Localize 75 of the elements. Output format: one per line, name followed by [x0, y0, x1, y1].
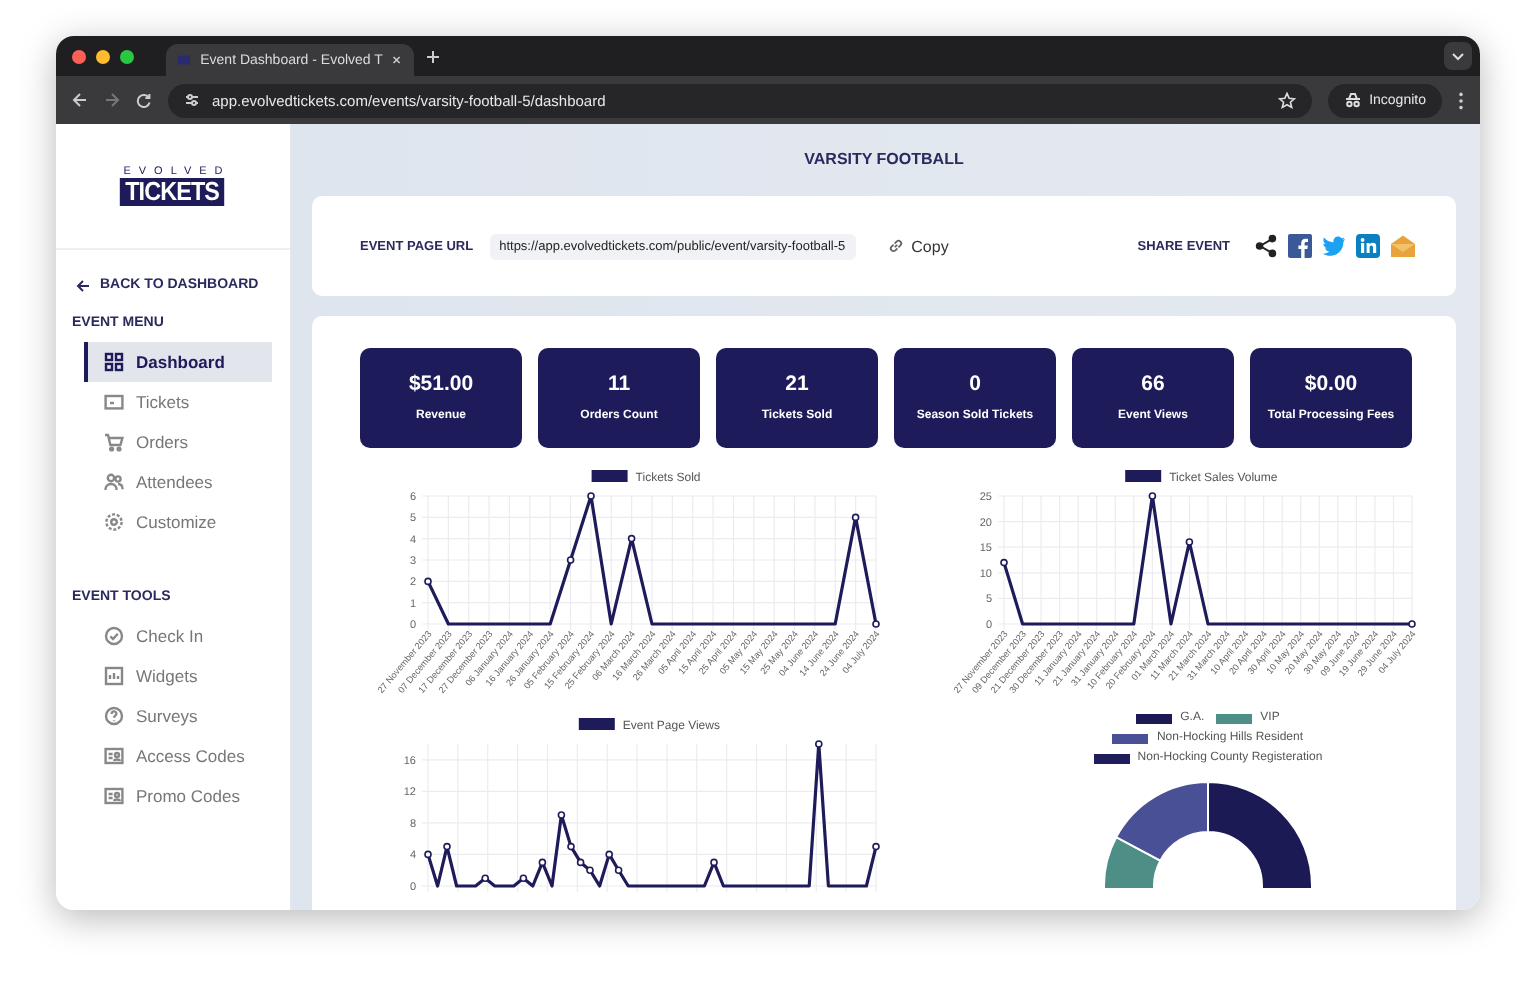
ticket-icon [104, 392, 124, 412]
donut-slice [1207, 781, 1313, 888]
data-point [627, 534, 636, 543]
sidebar-item[interactable]: Dashboard [84, 342, 272, 382]
more-menu-icon[interactable] [1458, 91, 1464, 109]
facebook-icon[interactable] [1288, 234, 1312, 258]
sidebar-item[interactable]: Customize [84, 502, 272, 542]
page-title: VARSITY FOOTBALL [802, 148, 966, 172]
legend-swatch [591, 470, 628, 482]
grid-icon [104, 352, 124, 372]
legend-swatch [578, 718, 615, 730]
stat-value: $0.00 [1304, 371, 1358, 396]
back-arrow-icon[interactable] [72, 92, 88, 108]
code-card-icon [104, 746, 124, 766]
link-icon [887, 238, 904, 254]
data-point [424, 577, 432, 586]
close-icon[interactable] [392, 54, 402, 66]
widget-icon [104, 666, 124, 686]
minimize-window-icon[interactable] [96, 49, 110, 63]
data-point [424, 850, 432, 859]
incognito-icon [1343, 92, 1362, 108]
stat-value: 66 [1141, 371, 1165, 396]
sidebar-item[interactable]: Orders [84, 422, 272, 462]
code-card-icon [104, 786, 124, 806]
data-point [872, 620, 880, 628]
question-icon [104, 706, 124, 726]
share-icon[interactable] [1254, 234, 1278, 258]
sidebar-item[interactable]: Surveys [84, 696, 272, 736]
logo-wordmark: TICKETS [120, 178, 226, 206]
copy-button[interactable]: Copy [887, 237, 949, 255]
data-point [538, 858, 547, 867]
data-point [1185, 538, 1194, 546]
cart-icon [104, 432, 124, 452]
linkedin-icon[interactable] [1356, 234, 1380, 258]
data-point [815, 740, 823, 748]
sidebar-item[interactable]: Widgets [84, 656, 272, 696]
sidebar-item[interactable]: Tickets [84, 382, 272, 422]
data-point [614, 866, 623, 874]
data-point [519, 874, 528, 882]
chevron-down-icon[interactable] [1444, 42, 1472, 70]
data-point [557, 811, 566, 819]
site-settings-icon[interactable] [184, 92, 200, 108]
data-point [1148, 492, 1157, 500]
sidebar-item[interactable]: Check In [84, 616, 272, 656]
data-point [566, 556, 575, 564]
data-point [851, 513, 860, 522]
data-point [443, 842, 451, 851]
maximize-window-icon[interactable] [120, 49, 134, 63]
data-point [1000, 558, 1008, 567]
new-tab-icon[interactable] [426, 49, 440, 63]
sidebar-item[interactable]: Attendees [84, 462, 272, 502]
reload-icon[interactable] [136, 92, 152, 108]
data-point [872, 842, 880, 851]
stat-value: 11 [607, 371, 631, 396]
gear-icon [104, 512, 124, 532]
data-point [567, 842, 575, 851]
forward-arrow-icon[interactable] [104, 92, 120, 108]
data-point [605, 850, 613, 859]
stat-value: $51.00 [408, 371, 474, 396]
check-circle-icon [104, 626, 124, 646]
sidebar-item[interactable]: Promo Codes [84, 776, 272, 816]
close-window-icon[interactable] [72, 49, 86, 63]
legend-swatch [1125, 470, 1162, 482]
people-icon [104, 472, 124, 492]
data-point [481, 874, 489, 882]
data-point [1408, 620, 1416, 628]
favicon-icon [178, 54, 191, 66]
stat-value: 21 [785, 371, 809, 396]
sidebar-item[interactable]: Access Codes [84, 736, 272, 776]
data-point [710, 858, 718, 867]
back-arrow-icon [76, 279, 90, 291]
stat-value: 0 [969, 371, 981, 396]
bird-icon[interactable] [1322, 235, 1346, 257]
star-icon[interactable] [1277, 91, 1296, 109]
data-point [587, 492, 595, 500]
